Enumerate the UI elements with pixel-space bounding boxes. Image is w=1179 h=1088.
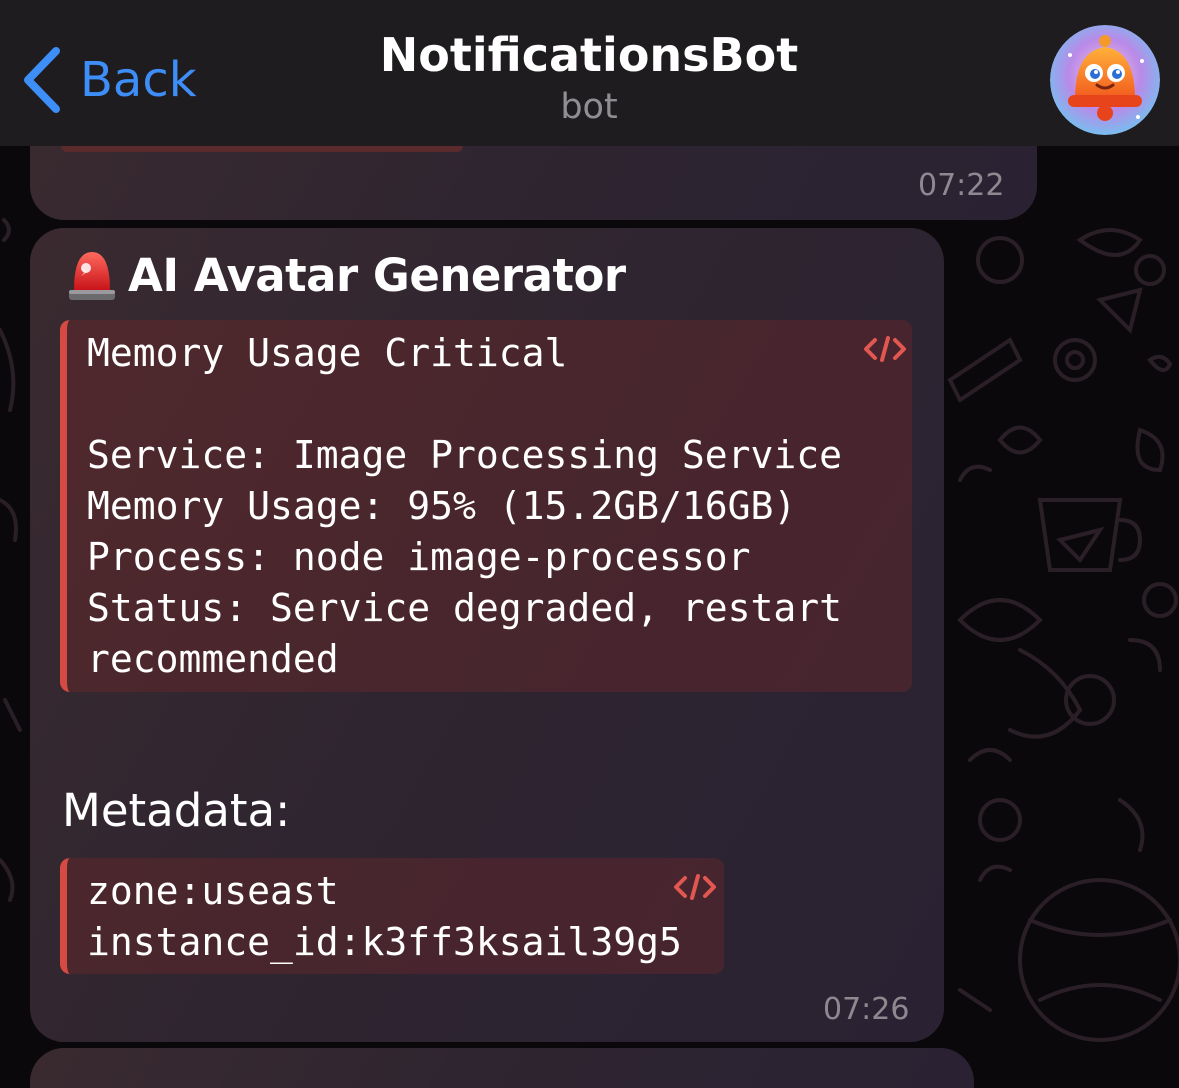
bot-avatar[interactable] <box>1050 25 1160 135</box>
chat-subtitle: bot <box>560 87 618 127</box>
metadata-code-text: zone:useast instance_id:k3ff3ksail39g5 <box>87 869 682 964</box>
message-time: 07:26 <box>823 992 910 1027</box>
code-block-edge <box>61 146 463 152</box>
code-block[interactable]: Memory Usage Critical Service: Image Pro… <box>60 320 912 692</box>
message-bubble-next[interactable] <box>30 1048 974 1088</box>
back-button[interactable]: Back <box>20 40 197 120</box>
metadata-label: Metadata: <box>62 784 291 837</box>
message-title: AI Avatar Generator <box>128 248 626 302</box>
bell-avatar-icon <box>1050 25 1160 135</box>
code-block-text: Memory Usage Critical Service: Image Pro… <box>87 331 842 681</box>
chat-title-block[interactable]: NotificationsBot bot <box>289 24 889 128</box>
chat-header: Back NotificationsBot bot <box>0 0 1179 146</box>
back-label: Back <box>80 52 197 108</box>
message-bubble[interactable]: AI Avatar Generator Memory Usage Critica… <box>30 228 944 1042</box>
message-time: 07:22 <box>918 168 1005 203</box>
siren-icon <box>69 252 115 300</box>
message-heading: AI Avatar Generator <box>66 246 626 304</box>
chevron-left-icon <box>24 47 60 113</box>
metadata-code-block[interactable]: zone:useast instance_id:k3ff3ksail39g5 <box>60 858 724 974</box>
chat-title: NotificationsBot <box>379 28 799 82</box>
code-icon[interactable] <box>863 334 907 364</box>
code-icon[interactable] <box>673 872 717 902</box>
